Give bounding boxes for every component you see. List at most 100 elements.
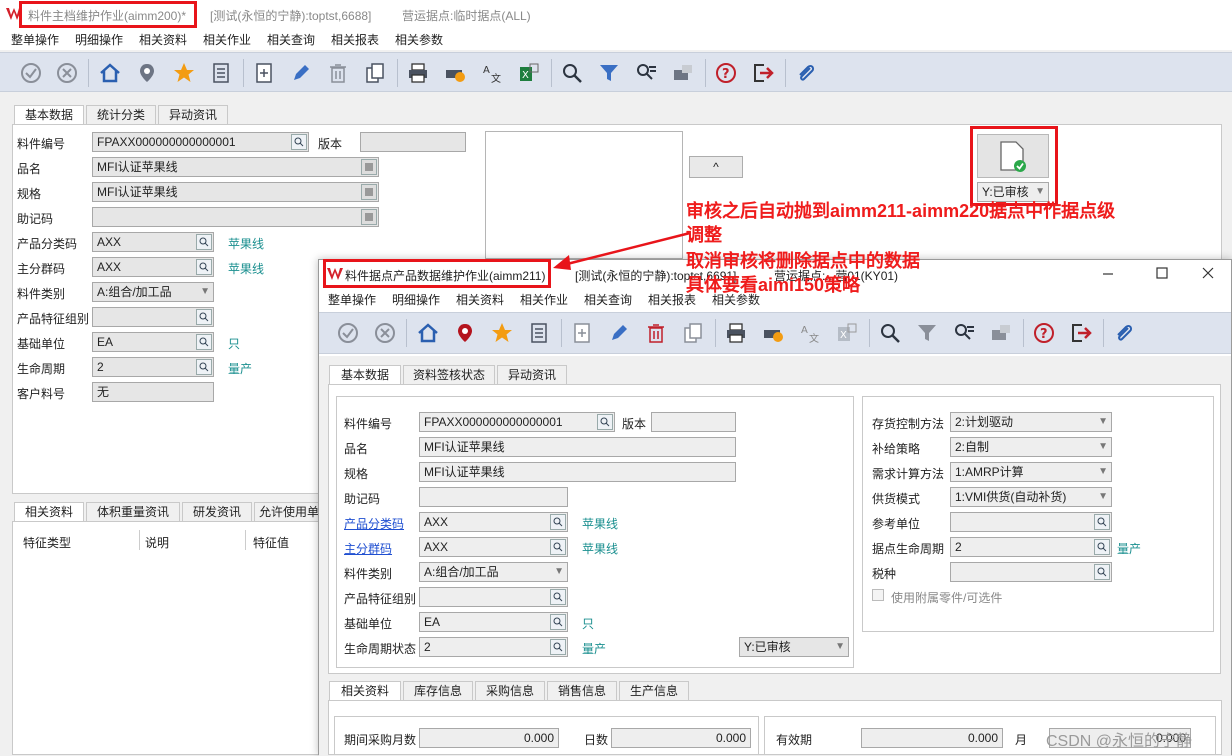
menu-item[interactable]: 明细操作 (392, 291, 440, 308)
group-field[interactable]: AXX (419, 537, 568, 557)
type-select[interactable]: A:组合/加工品 ▼ (419, 562, 568, 582)
menu-item[interactable]: 相关参数 (395, 31, 443, 48)
tab-volume-weight[interactable]: 体积重量资讯 (86, 502, 180, 522)
name-field[interactable]: MFI认证苹果线 (419, 437, 736, 457)
tab-statistics[interactable]: 统计分类 (86, 105, 156, 125)
delete-icon[interactable] (326, 61, 350, 85)
maximize-icon[interactable] (1155, 266, 1169, 283)
life-field[interactable]: 2 (92, 357, 214, 377)
lookup-icon[interactable] (550, 514, 566, 530)
confirm-icon[interactable] (19, 61, 43, 85)
menu-item[interactable]: 相关报表 (331, 31, 379, 48)
category-link[interactable]: 产品分类码 (344, 515, 404, 532)
add-icon[interactable] (570, 321, 594, 345)
tab-rd-info[interactable]: 研发资讯 (182, 502, 252, 522)
exit-icon[interactable] (1069, 321, 1093, 345)
tab-purchase[interactable]: 采购信息 (475, 681, 545, 701)
menu-item[interactable]: 相关查询 (584, 291, 632, 308)
copy-icon[interactable] (681, 321, 705, 345)
advanced-search-icon[interactable] (634, 61, 658, 85)
multilang-icon[interactable] (361, 209, 377, 225)
filter-icon[interactable] (915, 321, 939, 345)
menu-item[interactable]: 明细操作 (75, 31, 123, 48)
optional-parts-checkbox[interactable] (872, 589, 884, 601)
days-field[interactable]: 0.000 (611, 728, 751, 748)
minimize-icon[interactable] (1101, 266, 1115, 283)
confirm-icon[interactable] (336, 321, 360, 345)
up-button[interactable]: ^ (689, 156, 743, 178)
home-icon[interactable] (416, 321, 440, 345)
version-field[interactable] (651, 412, 736, 432)
multilang-icon[interactable] (361, 159, 377, 175)
item-no-field[interactable]: FPAXX000000000000001 (92, 132, 309, 152)
excel-export-icon[interactable]: X (835, 321, 859, 345)
print-icon[interactable] (724, 321, 748, 345)
translate-icon[interactable]: A文 (798, 321, 822, 345)
inbox-icon[interactable] (989, 321, 1013, 345)
life-field[interactable]: 2 (419, 637, 568, 657)
version-field[interactable] (360, 132, 466, 152)
filter-icon[interactable] (597, 61, 621, 85)
menu-item[interactable]: 整单操作 (328, 291, 376, 308)
close-icon[interactable] (1201, 266, 1215, 283)
search-icon[interactable] (560, 61, 584, 85)
attachment-icon[interactable] (794, 61, 818, 85)
tab-related-data[interactable]: 相关资料 (329, 681, 401, 701)
home-icon[interactable] (98, 61, 122, 85)
tab-approval-status[interactable]: 资料签核状态 (403, 365, 495, 385)
favorite-star-icon[interactable] (172, 61, 196, 85)
spec-field[interactable]: MFI认证苹果线 (419, 462, 736, 482)
demand-select[interactable]: 1:AMRP计算 ▼ (950, 462, 1112, 482)
tab-sales[interactable]: 销售信息 (547, 681, 617, 701)
menu-item[interactable]: 相关作业 (203, 31, 251, 48)
exit-icon[interactable] (751, 61, 775, 85)
customer-field[interactable]: 无 (92, 382, 214, 402)
supply-select[interactable]: 1:VMI供货(自动补货) ▼ (950, 487, 1112, 507)
list-icon[interactable] (527, 321, 551, 345)
search-icon[interactable] (878, 321, 902, 345)
lookup-icon[interactable] (550, 639, 566, 655)
attachment-icon[interactable] (1112, 321, 1136, 345)
copy-icon[interactable] (363, 61, 387, 85)
purchase-months-field[interactable]: 0.000 (419, 728, 559, 748)
spec-field[interactable]: MFI认证苹果线 (92, 182, 379, 202)
tab-change-info[interactable]: 异动资讯 (158, 105, 228, 125)
help-icon[interactable]: ? (1032, 321, 1056, 345)
tab-related-data[interactable]: 相关资料 (14, 502, 84, 522)
feature-field[interactable] (419, 587, 568, 607)
category-field[interactable]: AXX (419, 512, 568, 532)
excel-export-icon[interactable]: X (517, 61, 541, 85)
tab-basic-data[interactable]: 基本数据 (329, 365, 401, 385)
lookup-icon[interactable] (291, 134, 307, 150)
location-pin-icon[interactable] (453, 321, 477, 345)
menu-item[interactable]: 相关查询 (267, 31, 315, 48)
site-life-field[interactable]: 2 (950, 537, 1112, 557)
lookup-icon[interactable] (550, 589, 566, 605)
memo-field[interactable] (92, 207, 379, 227)
tab-inventory[interactable]: 库存信息 (403, 681, 473, 701)
advanced-search-icon[interactable] (952, 321, 976, 345)
translate-icon[interactable]: A文 (480, 61, 504, 85)
type-select[interactable]: A:组合/加工品 ▼ (92, 282, 214, 302)
location-pin-icon[interactable] (135, 61, 159, 85)
menu-item[interactable]: 相关资料 (139, 31, 187, 48)
favorite-star-icon[interactable] (490, 321, 514, 345)
name-field[interactable]: MFI认证苹果线 (92, 157, 379, 177)
print-setup-icon[interactable] (761, 321, 785, 345)
inv-select[interactable]: 2:计划驱动 ▼ (950, 412, 1112, 432)
valid-field[interactable]: 0.000 (861, 728, 1003, 748)
menu-item[interactable]: 相关作业 (520, 291, 568, 308)
print-icon[interactable] (406, 61, 430, 85)
lookup-icon[interactable] (550, 539, 566, 555)
group-field[interactable]: AXX (92, 257, 214, 277)
approval-status-select[interactable]: Y:已审核 ▼ (739, 637, 849, 657)
tax-field[interactable] (950, 562, 1112, 582)
memo-field[interactable] (419, 487, 568, 507)
lookup-icon[interactable] (196, 259, 212, 275)
tab-production[interactable]: 生产信息 (619, 681, 689, 701)
multilang-icon[interactable] (361, 184, 377, 200)
lookup-icon[interactable] (597, 414, 613, 430)
tab-basic-data[interactable]: 基本数据 (14, 105, 84, 125)
print-setup-icon[interactable] (443, 61, 467, 85)
lookup-icon[interactable] (196, 309, 212, 325)
